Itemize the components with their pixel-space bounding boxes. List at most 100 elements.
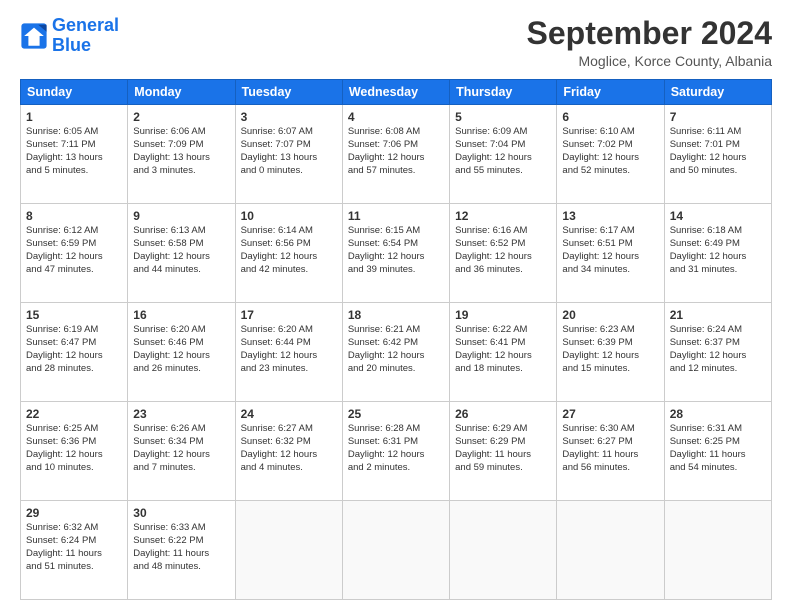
day-info-line: and 55 minutes.	[455, 165, 551, 178]
day-info-line: Daylight: 12 hours	[348, 350, 444, 363]
cell-5-3	[235, 501, 342, 600]
day-info-line: Sunset: 6:39 PM	[562, 337, 658, 350]
day-info-line: Sunrise: 6:20 AM	[133, 324, 229, 337]
day-info-line: Sunset: 7:06 PM	[348, 139, 444, 152]
col-header-wednesday: Wednesday	[342, 80, 449, 105]
day-number: 5	[455, 109, 551, 125]
day-info-line: Daylight: 12 hours	[348, 152, 444, 165]
day-info-line: Sunrise: 6:32 AM	[26, 522, 122, 535]
calendar-header-row: SundayMondayTuesdayWednesdayThursdayFrid…	[21, 80, 772, 105]
cell-2-3: 10Sunrise: 6:14 AMSunset: 6:56 PMDayligh…	[235, 204, 342, 303]
day-number: 10	[241, 208, 337, 224]
cell-5-6	[557, 501, 664, 600]
day-info-line: and 15 minutes.	[562, 363, 658, 376]
day-info-line: Sunrise: 6:26 AM	[133, 423, 229, 436]
cell-1-6: 6Sunrise: 6:10 AMSunset: 7:02 PMDaylight…	[557, 105, 664, 204]
day-info-line: Sunset: 6:25 PM	[670, 436, 766, 449]
day-number: 28	[670, 406, 766, 422]
cell-3-7: 21Sunrise: 6:24 AMSunset: 6:37 PMDayligh…	[664, 303, 771, 402]
cell-3-2: 16Sunrise: 6:20 AMSunset: 6:46 PMDayligh…	[128, 303, 235, 402]
day-number: 15	[26, 307, 122, 323]
day-info-line: Daylight: 12 hours	[455, 152, 551, 165]
day-info-line: Sunset: 6:34 PM	[133, 436, 229, 449]
day-info-line: Daylight: 12 hours	[133, 350, 229, 363]
day-info-line: Sunrise: 6:05 AM	[26, 126, 122, 139]
day-info-line: Sunset: 6:51 PM	[562, 238, 658, 251]
day-info-line: Sunset: 7:09 PM	[133, 139, 229, 152]
day-info-line: Sunrise: 6:07 AM	[241, 126, 337, 139]
day-info-line: Daylight: 12 hours	[241, 251, 337, 264]
day-info-line: and 26 minutes.	[133, 363, 229, 376]
day-info-line: Sunrise: 6:09 AM	[455, 126, 551, 139]
month-title: September 2024	[527, 16, 772, 51]
day-number: 18	[348, 307, 444, 323]
day-info-line: Sunrise: 6:12 AM	[26, 225, 122, 238]
day-info-line: Daylight: 11 hours	[26, 548, 122, 561]
day-info-line: Sunrise: 6:17 AM	[562, 225, 658, 238]
day-info-line: Sunrise: 6:22 AM	[455, 324, 551, 337]
day-info-line: Daylight: 12 hours	[455, 251, 551, 264]
day-info-line: and 48 minutes.	[133, 561, 229, 574]
logo-text: General Blue	[52, 16, 119, 56]
day-info-line: Sunrise: 6:19 AM	[26, 324, 122, 337]
cell-5-4	[342, 501, 449, 600]
page: General Blue September 2024 Moglice, Kor…	[0, 0, 792, 612]
day-info-line: Daylight: 13 hours	[241, 152, 337, 165]
cell-1-2: 2Sunrise: 6:06 AMSunset: 7:09 PMDaylight…	[128, 105, 235, 204]
day-number: 26	[455, 406, 551, 422]
cell-2-5: 12Sunrise: 6:16 AMSunset: 6:52 PMDayligh…	[450, 204, 557, 303]
cell-2-6: 13Sunrise: 6:17 AMSunset: 6:51 PMDayligh…	[557, 204, 664, 303]
day-info-line: Sunrise: 6:11 AM	[670, 126, 766, 139]
cell-5-1: 29Sunrise: 6:32 AMSunset: 6:24 PMDayligh…	[21, 501, 128, 600]
cell-2-2: 9Sunrise: 6:13 AMSunset: 6:58 PMDaylight…	[128, 204, 235, 303]
day-info-line: and 47 minutes.	[26, 264, 122, 277]
day-info-line: and 5 minutes.	[26, 165, 122, 178]
day-info-line: Sunset: 6:58 PM	[133, 238, 229, 251]
header: General Blue September 2024 Moglice, Kor…	[20, 16, 772, 69]
day-info-line: and 20 minutes.	[348, 363, 444, 376]
day-number: 16	[133, 307, 229, 323]
cell-3-5: 19Sunrise: 6:22 AMSunset: 6:41 PMDayligh…	[450, 303, 557, 402]
day-number: 20	[562, 307, 658, 323]
day-info-line: Sunset: 6:37 PM	[670, 337, 766, 350]
col-header-friday: Friday	[557, 80, 664, 105]
cell-4-4: 25Sunrise: 6:28 AMSunset: 6:31 PMDayligh…	[342, 402, 449, 501]
day-number: 14	[670, 208, 766, 224]
day-number: 6	[562, 109, 658, 125]
day-info-line: Daylight: 12 hours	[26, 350, 122, 363]
day-info-line: Daylight: 12 hours	[562, 350, 658, 363]
day-info-line: Sunset: 7:07 PM	[241, 139, 337, 152]
col-header-saturday: Saturday	[664, 80, 771, 105]
cell-4-2: 23Sunrise: 6:26 AMSunset: 6:34 PMDayligh…	[128, 402, 235, 501]
day-number: 24	[241, 406, 337, 422]
day-info-line: and 10 minutes.	[26, 462, 122, 475]
day-info-line: Sunset: 6:22 PM	[133, 535, 229, 548]
day-info-line: Sunrise: 6:06 AM	[133, 126, 229, 139]
day-info-line: Sunrise: 6:08 AM	[348, 126, 444, 139]
cell-5-2: 30Sunrise: 6:33 AMSunset: 6:22 PMDayligh…	[128, 501, 235, 600]
cell-4-1: 22Sunrise: 6:25 AMSunset: 6:36 PMDayligh…	[21, 402, 128, 501]
week-row-3: 15Sunrise: 6:19 AMSunset: 6:47 PMDayligh…	[21, 303, 772, 402]
day-info-line: Daylight: 12 hours	[562, 152, 658, 165]
cell-4-6: 27Sunrise: 6:30 AMSunset: 6:27 PMDayligh…	[557, 402, 664, 501]
day-info-line: and 34 minutes.	[562, 264, 658, 277]
day-info-line: and 23 minutes.	[241, 363, 337, 376]
day-info-line: Sunset: 6:29 PM	[455, 436, 551, 449]
day-info-line: Daylight: 12 hours	[670, 350, 766, 363]
day-info-line: Sunrise: 6:24 AM	[670, 324, 766, 337]
day-info-line: Sunset: 6:52 PM	[455, 238, 551, 251]
day-info-line: Daylight: 11 hours	[670, 449, 766, 462]
day-info-line: Sunset: 6:49 PM	[670, 238, 766, 251]
day-number: 25	[348, 406, 444, 422]
day-info-line: and 2 minutes.	[348, 462, 444, 475]
day-info-line: Sunset: 6:56 PM	[241, 238, 337, 251]
cell-4-5: 26Sunrise: 6:29 AMSunset: 6:29 PMDayligh…	[450, 402, 557, 501]
day-info-line: and 3 minutes.	[133, 165, 229, 178]
day-info-line: Daylight: 11 hours	[133, 548, 229, 561]
day-info-line: Sunrise: 6:20 AM	[241, 324, 337, 337]
cell-3-6: 20Sunrise: 6:23 AMSunset: 6:39 PMDayligh…	[557, 303, 664, 402]
day-number: 3	[241, 109, 337, 125]
col-header-thursday: Thursday	[450, 80, 557, 105]
day-info-line: and 7 minutes.	[133, 462, 229, 475]
day-info-line: and 59 minutes.	[455, 462, 551, 475]
